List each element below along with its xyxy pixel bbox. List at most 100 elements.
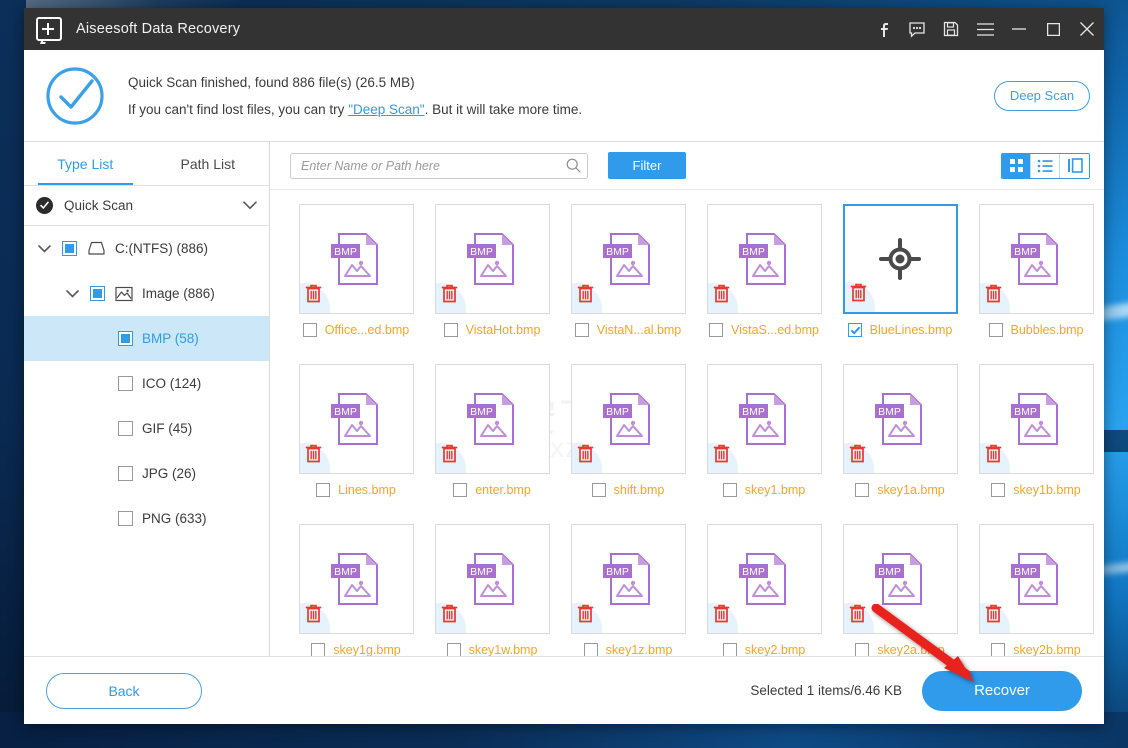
chevron-down-icon[interactable] xyxy=(34,244,54,253)
file-checkbox[interactable] xyxy=(722,483,737,497)
chevron-down-icon[interactable] xyxy=(62,289,82,298)
file-checkbox[interactable] xyxy=(316,483,331,497)
recover-button[interactable]: Recover xyxy=(922,670,1082,711)
tree-item-checkbox[interactable] xyxy=(118,421,133,436)
deep-scan-link[interactable]: "Deep Scan" xyxy=(348,102,424,117)
file-tile[interactable]: BMP skey2b.bmp xyxy=(968,524,1104,656)
file-tile[interactable]: BMP skey1g.bmp xyxy=(288,524,424,656)
wallpaper-left-edge xyxy=(0,0,26,748)
tree-item-label: JPG (26) xyxy=(142,466,197,481)
file-thumbnail[interactable]: BMP xyxy=(570,204,686,314)
maximize-icon[interactable] xyxy=(1036,8,1070,50)
file-tile[interactable]: BMP skey1.bmp xyxy=(696,364,832,524)
file-tile[interactable]: BMP skey2.bmp xyxy=(696,524,832,656)
file-thumbnail[interactable]: BMP xyxy=(706,524,822,634)
tree-item-ico[interactable]: ICO (124) xyxy=(24,361,269,406)
file-checkbox[interactable] xyxy=(988,323,1003,337)
tab-path-list[interactable]: Path List xyxy=(147,142,270,185)
bmp-file-icon: BMP xyxy=(739,553,786,605)
tree-item-checkbox[interactable] xyxy=(118,466,133,481)
feedback-icon[interactable] xyxy=(900,8,934,50)
file-tile[interactable]: BMP skey1a.bmp xyxy=(832,364,968,524)
tree-item-c[interactable]: C:(NTFS) (886) xyxy=(24,226,269,271)
file-type-tree: C:(NTFS) (886) Image (886) BMP (58) ICO (12… xyxy=(24,226,269,541)
list-view-icon[interactable] xyxy=(1031,153,1060,178)
toolbar: Filter xyxy=(270,142,1104,190)
file-checkbox[interactable] xyxy=(583,643,598,656)
chevron-down-icon[interactable] xyxy=(243,201,257,210)
tree-item-jpg[interactable]: JPG (26) xyxy=(24,451,269,496)
file-thumbnail[interactable]: BMP xyxy=(434,364,550,474)
tree-item-checkbox[interactable] xyxy=(118,376,133,391)
file-checkbox[interactable] xyxy=(446,643,461,656)
menu-icon[interactable] xyxy=(968,8,1002,50)
file-checkbox[interactable] xyxy=(855,483,870,497)
file-thumbnail[interactable]: BMP xyxy=(706,364,822,474)
save-icon[interactable] xyxy=(934,8,968,50)
file-thumbnail[interactable]: BMP xyxy=(298,364,414,474)
minimize-icon[interactable] xyxy=(1002,8,1036,50)
close-icon[interactable] xyxy=(1070,8,1104,50)
file-checkbox[interactable] xyxy=(991,643,1006,656)
file-thumbnail[interactable]: BMP xyxy=(434,204,550,314)
file-name-label: shift.bmp xyxy=(613,483,665,497)
file-thumbnail[interactable]: BMP xyxy=(842,524,958,634)
file-thumbnail[interactable]: BMP xyxy=(434,524,550,634)
file-tile[interactable]: BMP skey1z.bmp xyxy=(560,524,696,656)
tree-item-image[interactable]: Image (886) xyxy=(24,271,269,316)
filter-button[interactable]: Filter xyxy=(608,152,686,179)
split-view-icon[interactable] xyxy=(1060,153,1089,178)
file-tile[interactable]: BMP skey2a.bmp xyxy=(832,524,968,656)
file-checkbox[interactable] xyxy=(443,323,458,337)
tab-type-list[interactable]: Type List xyxy=(24,142,147,185)
file-thumbnail[interactable]: BMP xyxy=(706,204,822,314)
file-tile[interactable]: BMP enter.bmp xyxy=(424,364,560,524)
file-thumbnail[interactable]: BMP xyxy=(570,364,686,474)
tree-item-checkbox[interactable] xyxy=(62,241,77,256)
search-input[interactable] xyxy=(290,152,588,179)
back-button[interactable]: Back xyxy=(46,672,202,709)
search-icon[interactable] xyxy=(566,158,581,173)
file-thumbnail[interactable] xyxy=(842,204,958,314)
file-checkbox[interactable] xyxy=(574,323,589,337)
facebook-icon[interactable] xyxy=(866,8,900,50)
file-tile[interactable]: BMP VistaN...al.bmp xyxy=(560,204,696,364)
file-tile[interactable]: BMP skey1b.bmp xyxy=(968,364,1104,524)
tree-item-bmp[interactable]: BMP (58) xyxy=(24,316,269,361)
file-tile[interactable]: BMP Lines.bmp xyxy=(288,364,424,524)
file-label-row: enter.bmp xyxy=(424,483,560,497)
tree-item-checkbox[interactable] xyxy=(118,511,133,526)
file-thumbnail[interactable]: BMP xyxy=(298,524,414,634)
scan-mode-selector[interactable]: Quick Scan xyxy=(24,186,269,226)
file-checkbox[interactable] xyxy=(991,483,1006,497)
tree-item-gif[interactable]: GIF (45) xyxy=(24,406,269,451)
file-tile[interactable]: BMP VistaHot.bmp xyxy=(424,204,560,364)
file-checkbox[interactable] xyxy=(591,483,606,497)
file-checkbox[interactable] xyxy=(855,643,870,656)
file-tile[interactable]: BMP Office...ed.bmp xyxy=(288,204,424,364)
grid-view-icon[interactable] xyxy=(1002,153,1031,178)
file-tile[interactable]: BMP VistaS...ed.bmp xyxy=(696,204,832,364)
file-thumbnail[interactable]: BMP xyxy=(298,204,414,314)
file-thumbnail[interactable]: BMP xyxy=(978,524,1094,634)
file-checkbox[interactable] xyxy=(708,323,723,337)
file-tile[interactable]: BMP Bubbles.bmp xyxy=(968,204,1104,364)
deep-scan-button[interactable]: Deep Scan xyxy=(994,80,1090,111)
tree-item-checkbox[interactable] xyxy=(90,286,105,301)
file-checkbox[interactable] xyxy=(311,643,326,656)
file-thumbnail[interactable]: BMP xyxy=(978,204,1094,314)
file-tile[interactable]: BMP shift.bmp xyxy=(560,364,696,524)
file-checkbox[interactable] xyxy=(453,483,468,497)
file-thumbnail[interactable]: BMP xyxy=(978,364,1094,474)
tree-item-checkbox[interactable] xyxy=(118,331,133,346)
tree-item-png[interactable]: PNG (633) xyxy=(24,496,269,541)
file-thumbnail[interactable]: BMP xyxy=(842,364,958,474)
file-checkbox[interactable] xyxy=(302,323,317,337)
file-grid-container[interactable]: 安 安下载 anxz.com BMP Office...ed.bmp xyxy=(270,190,1104,656)
file-thumbnail[interactable]: BMP xyxy=(570,524,686,634)
file-tile[interactable]: BMP skey1w.bmp xyxy=(424,524,560,656)
file-tile[interactable]: BlueLines.bmp xyxy=(832,204,968,364)
file-name-label: skey1w.bmp xyxy=(468,643,538,656)
file-checkbox[interactable] xyxy=(847,323,862,337)
file-checkbox[interactable] xyxy=(722,643,737,656)
